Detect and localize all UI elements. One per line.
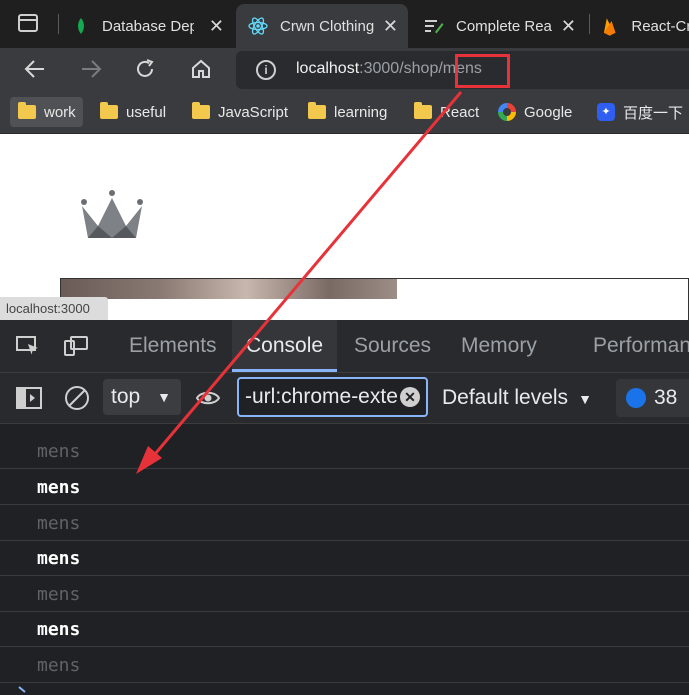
bookmark-work[interactable]: work: [10, 97, 83, 127]
tab-database-deployments[interactable]: Database Dep ✕: [66, 4, 234, 48]
google-icon: [498, 103, 516, 121]
bookmark-useful[interactable]: useful: [100, 97, 166, 127]
devtools-tab-console[interactable]: Console: [232, 320, 338, 372]
issues-message-icon: [626, 388, 646, 408]
tab-label: Database Dep: [102, 17, 194, 35]
baidu-icon: ✦: [597, 103, 615, 121]
bookmark-label: JavaScript: [218, 103, 289, 121]
react-icon: [248, 17, 268, 35]
bookmark-google[interactable]: Google: [498, 97, 572, 127]
navigation-bar: i localhost:3000/shop/mens: [0, 48, 689, 91]
console-log-line: mens: [0, 470, 689, 505]
context-select[interactable]: top ▼: [103, 379, 181, 415]
clear-console-icon[interactable]: [64, 385, 90, 411]
console-output: mens mens mens mens mens mens mens: [0, 424, 689, 695]
firebase-icon: [603, 18, 616, 36]
devtools-tab-elements[interactable]: Elements: [129, 320, 217, 372]
folder-icon: [100, 102, 118, 119]
crown-logo-icon[interactable]: [80, 190, 144, 240]
address-bar[interactable]: i localhost:3000/shop/mens: [236, 51, 689, 89]
inspect-element-icon[interactable]: [16, 336, 40, 356]
console-log-line: mens: [0, 612, 689, 647]
bookmark-learning[interactable]: learning: [308, 97, 387, 127]
bookmark-baidu[interactable]: ✦ 百度一下: [597, 97, 683, 127]
levels-label: Default levels: [442, 386, 569, 409]
tab-label: React-Cr: [631, 17, 689, 35]
url-host: localhost: [296, 60, 360, 77]
home-icon: [192, 59, 210, 78]
clear-filter-icon[interactable]: ✕: [400, 387, 420, 407]
folder-icon: [192, 102, 210, 119]
close-icon[interactable]: ✕: [383, 16, 398, 37]
folder-icon: [414, 102, 432, 119]
close-icon[interactable]: ✕: [561, 16, 576, 37]
tab-react-crwn[interactable]: React-Cr: [594, 4, 689, 48]
bookmark-label: 百度一下: [623, 104, 684, 122]
category-banner[interactable]: [60, 278, 689, 320]
devtools-tab-sources[interactable]: Sources: [354, 320, 431, 372]
live-expression-eye-icon[interactable]: [195, 386, 221, 410]
caret-down-icon: ▼: [157, 389, 171, 405]
devtools-tab-bar: Elements Console Sources Memory Performa…: [0, 320, 689, 373]
filter-input[interactable]: [245, 383, 405, 411]
folder-icon: [308, 102, 326, 119]
tab-separator: [58, 14, 59, 34]
home-button[interactable]: [186, 54, 216, 84]
bookmark-label: Google: [524, 103, 573, 121]
console-prompt-icon: [18, 686, 26, 693]
bookmarks-bar: work useful JavaScript learning React Go…: [0, 91, 689, 134]
issues-count: 38: [654, 386, 678, 409]
tab-label: Crwn Clothing: [280, 17, 375, 35]
console-log-line: mens: [0, 648, 689, 683]
bookmark-label: useful: [126, 103, 167, 121]
console-log-line: mens: [0, 541, 689, 576]
sidebar-toggle-icon[interactable]: [16, 387, 42, 409]
tab-crwn-clothing[interactable]: Crwn Clothing ✕: [236, 4, 408, 48]
issues-counter-button[interactable]: 38: [616, 379, 689, 417]
bookmark-javascript[interactable]: JavaScript: [192, 97, 288, 127]
console-log-line: mens: [0, 506, 689, 541]
devtools-tab-performance[interactable]: Performan: [593, 320, 689, 372]
bookmark-label: work: [44, 103, 76, 121]
tab-separator: [589, 14, 590, 34]
tab-actions-icon[interactable]: [18, 14, 38, 32]
tab-label: Complete Rea: [456, 17, 552, 35]
device-toolbar-icon[interactable]: [64, 336, 88, 356]
forward-button[interactable]: [76, 54, 106, 84]
bookmark-label: React: [440, 103, 480, 121]
bookmark-label: learning: [334, 103, 388, 121]
console-log-line: mens: [0, 577, 689, 612]
site-info-icon[interactable]: i: [256, 60, 276, 80]
edit-lines-icon: [425, 20, 444, 34]
caret-down-icon: ▼: [578, 391, 592, 407]
mongodb-leaf-icon: [78, 18, 84, 34]
page-viewport: [0, 134, 689, 320]
bookmark-react[interactable]: React: [414, 97, 479, 127]
link-status-bubble: localhost:3000: [0, 297, 108, 320]
reload-button[interactable]: [130, 54, 160, 84]
devtools-tab-memory[interactable]: Memory: [461, 320, 537, 372]
close-icon[interactable]: ✕: [209, 16, 224, 37]
back-button[interactable]: [20, 54, 50, 84]
banner-image: [61, 279, 397, 299]
browser-tab-strip: Database Dep ✕ Crwn Clothing ✕ Complete …: [0, 0, 689, 48]
log-levels-dropdown[interactable]: Default levels ▼: [442, 373, 592, 423]
console-log-line: mens: [0, 434, 689, 469]
console-filter-field[interactable]: ✕: [237, 377, 428, 417]
back-arrow-icon: [24, 60, 44, 78]
reload-icon: [137, 59, 154, 77]
url-path: :3000/shop/: [359, 60, 443, 77]
context-value: top: [111, 385, 141, 408]
forward-arrow-icon: [82, 60, 102, 78]
folder-icon: [18, 102, 36, 119]
tab-complete-react[interactable]: Complete Rea ✕: [414, 4, 586, 48]
console-toolbar: top ▼ ✕ Default levels ▼ 38: [0, 373, 689, 424]
annotation-highlight-box: [455, 54, 510, 88]
